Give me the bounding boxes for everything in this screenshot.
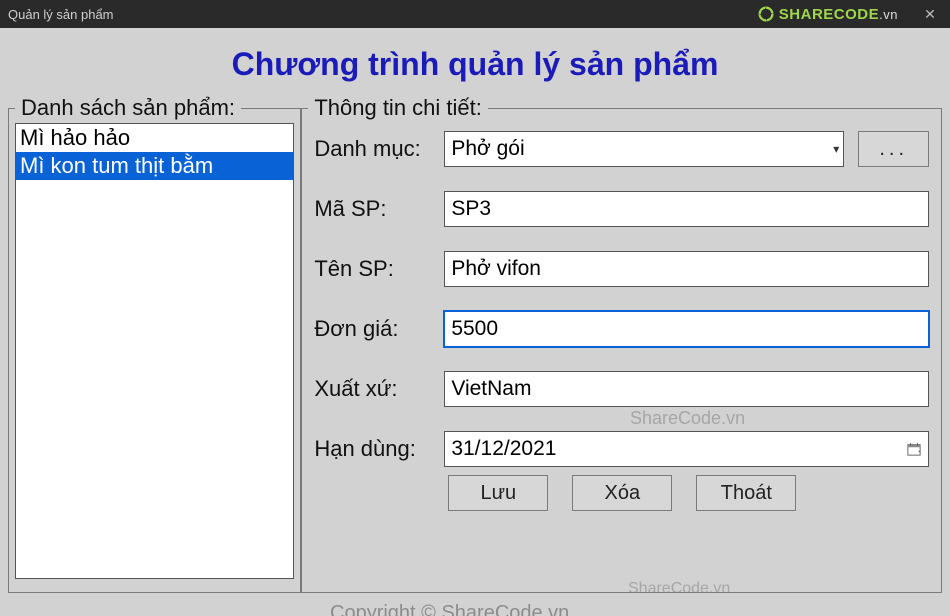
list-item[interactable]: Mì hảo hảo	[16, 124, 293, 152]
detail-group: Thông tin chi tiết: Danh mục: Phở gói ▾ …	[301, 95, 942, 593]
close-icon[interactable]: ✕	[918, 2, 942, 26]
category-value: Phở gói	[451, 137, 524, 161]
save-button[interactable]: Lưu	[448, 475, 548, 511]
origin-input[interactable]	[444, 371, 929, 407]
window-title: Quản lý sản phẩm	[8, 7, 114, 22]
delete-button[interactable]: Xóa	[572, 475, 672, 511]
list-item[interactable]: Mì kon tum thịt bằm	[16, 152, 293, 180]
product-listbox[interactable]: Mì hảo hảo Mì kon tum thịt bằm	[15, 123, 294, 579]
product-list-group: Danh sách sản phẩm: Mì hảo hảo Mì kon tu…	[8, 95, 301, 593]
category-browse-button[interactable]: ...	[858, 131, 929, 167]
logo-text: SHARECODE	[779, 6, 879, 23]
expiry-label: Hạn dùng:	[314, 436, 444, 462]
name-input[interactable]	[444, 251, 929, 287]
code-label: Mã SP:	[314, 196, 444, 222]
expiry-datepicker[interactable]: 31/12/2021	[444, 431, 929, 467]
window-body: Chương trình quản lý sản phẩm Danh sách …	[0, 28, 950, 616]
name-label: Tên SP:	[314, 256, 444, 282]
category-combobox[interactable]: Phở gói ▾	[444, 131, 844, 167]
exit-button[interactable]: Thoát	[696, 475, 796, 511]
product-list-legend: Danh sách sản phẩm:	[15, 95, 241, 121]
expiry-value: 31/12/2021	[451, 437, 556, 461]
price-label: Đơn giá:	[314, 316, 444, 342]
price-input[interactable]	[444, 311, 929, 347]
origin-label: Xuất xứ:	[314, 376, 444, 402]
calendar-icon[interactable]	[906, 441, 922, 457]
detail-legend: Thông tin chi tiết:	[308, 95, 488, 121]
code-input[interactable]	[444, 191, 929, 227]
recycle-icon	[757, 5, 775, 23]
category-label: Danh mục:	[314, 136, 444, 162]
chevron-down-icon: ▾	[833, 142, 839, 156]
logo-suffix: .vn	[879, 7, 898, 22]
sharecode-logo: SHARECODE.vn	[757, 5, 898, 23]
page-title: Chương trình quản lý sản phẩm	[0, 28, 950, 95]
titlebar: Quản lý sản phẩm SHARECODE.vn ✕	[0, 0, 950, 28]
